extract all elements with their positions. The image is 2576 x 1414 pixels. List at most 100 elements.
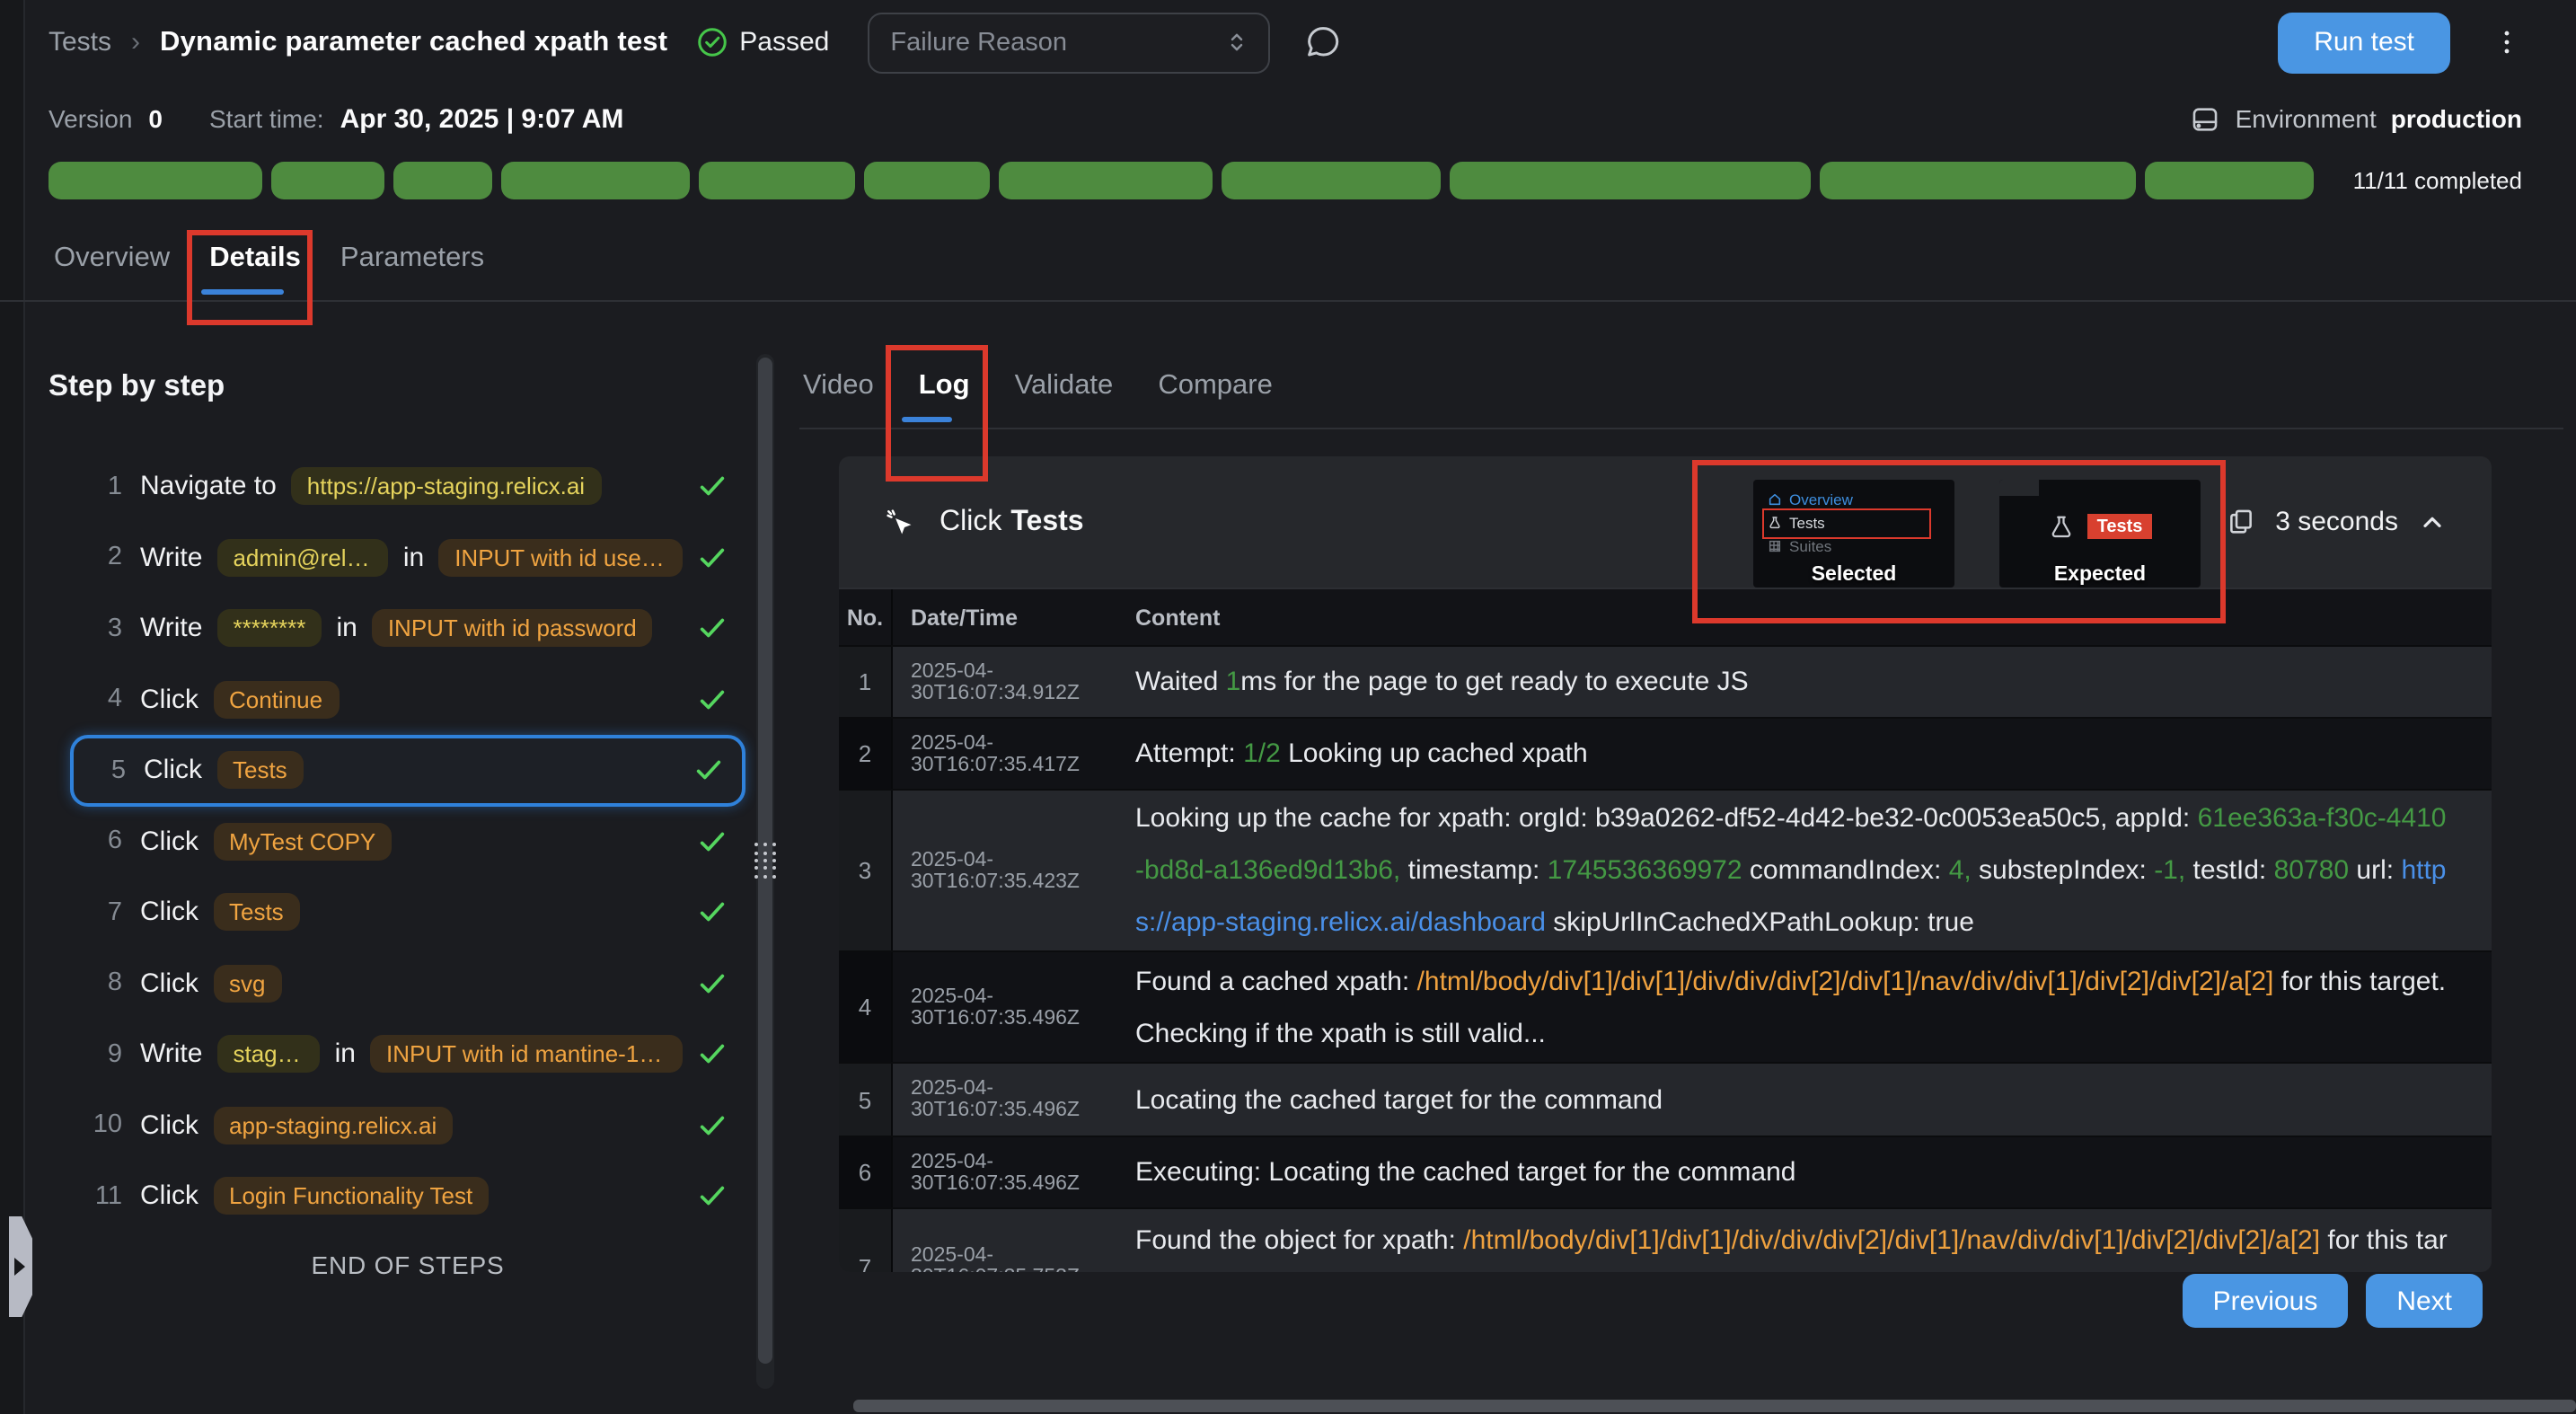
col-header-no: No.	[839, 589, 893, 645]
mini-red-box	[1762, 508, 1931, 539]
run-test-button[interactable]: Run test	[2278, 12, 2450, 73]
log-row-number: 5	[839, 1064, 893, 1136]
log-segment: testId:	[2185, 855, 2273, 886]
tab-log[interactable]: Log	[915, 345, 974, 428]
panel-expander-flag[interactable]	[9, 1216, 32, 1317]
log-row-number: 6	[839, 1137, 893, 1207]
log-segment: substepIndex:	[1972, 855, 2154, 886]
step-row-5[interactable]: 5ClickTests	[70, 735, 745, 806]
step-row-11[interactable]: 11 Click Login Functionality Test	[70, 1161, 745, 1232]
tab-video[interactable]: Video	[799, 345, 878, 428]
expected-thumbnail[interactable]: Tests Expected	[1999, 480, 2201, 588]
failure-reason-placeholder: Failure Reason	[890, 28, 1067, 57]
log-row-number: 4	[839, 952, 893, 1062]
check-icon	[697, 543, 728, 573]
panel-splitter-grip[interactable]	[753, 841, 778, 880]
log-row-timestamp: 2025-04-30T16:07:34.912Z	[893, 647, 1135, 717]
step-number: 6	[90, 827, 122, 856]
step-action: Click	[140, 897, 198, 928]
step-row-4[interactable]: 4ClickContinue	[70, 664, 745, 735]
failure-reason-select[interactable]: Failure Reason	[867, 12, 1269, 73]
step-number: 10	[90, 1111, 122, 1140]
step-value-chip: ********	[216, 610, 322, 648]
breadcrumb[interactable]: Tests	[49, 27, 111, 57]
pager: Previous Next	[2183, 1274, 2483, 1328]
tab-validate[interactable]: Validate	[1011, 345, 1117, 428]
copy-icon[interactable]	[2225, 507, 2255, 537]
log-row-number: 2	[839, 719, 893, 789]
step-row-6[interactable]: 6ClickMyTest COPY	[70, 806, 745, 877]
log-row-1: 12025-04-30T16:07:34.912ZWaited 1ms for …	[839, 645, 2492, 717]
main-tabs: Overview Details Parameters	[0, 217, 2576, 302]
chevron-up-icon[interactable]	[2418, 508, 2447, 536]
kebab-menu-icon[interactable]	[2492, 27, 2522, 57]
mini-nav-label: Overview	[1789, 490, 1853, 508]
tab-parameters[interactable]: Parameters	[340, 217, 484, 300]
page-title: Dynamic parameter cached xpath test	[160, 26, 667, 58]
log-segment: 1	[1226, 667, 1241, 697]
step-number: 9	[90, 1040, 122, 1069]
progress-segment	[864, 161, 990, 199]
previous-button[interactable]: Previous	[2183, 1274, 2349, 1328]
version-value: 0	[148, 104, 163, 133]
log-row-content: Found the object for xpath: /html/body/d…	[1135, 1209, 2492, 1272]
log-action-target: Tests	[1010, 506, 1083, 536]
step-selector-chip: Tests	[213, 894, 300, 932]
selected-label: Selected	[1753, 564, 1954, 586]
duration-label: 3 seconds	[2275, 507, 2398, 537]
step-selector-chip: MyTest COPY	[213, 823, 392, 861]
expander-triangle-icon	[14, 1258, 25, 1276]
log-row-content: Executing: Locating the cached target fo…	[1135, 1137, 2492, 1207]
step-row-3[interactable]: 3Write********inINPUT with id password	[70, 593, 745, 664]
select-chevrons-icon	[1222, 29, 1249, 56]
horizontal-scrollbar[interactable]	[853, 1400, 2576, 1412]
step-selector-chip: Login Functionality Test	[213, 1178, 489, 1215]
col-header-content: Content	[1135, 605, 2492, 630]
log-row-7: 72025-04-30T16:07:35.753ZFound the objec…	[839, 1207, 2492, 1272]
step-row-8[interactable]: 8Clicksvg	[70, 948, 745, 1019]
tab-overview[interactable]: Overview	[54, 217, 170, 300]
log-segment: Looking up the cache for xpath: orgId: b…	[1135, 803, 2198, 834]
check-icon	[697, 1110, 728, 1141]
step-connector: in	[335, 1039, 356, 1070]
progress-segment	[999, 161, 1213, 199]
log-row-content: Attempt: 1/2 Looking up cached xpath	[1135, 719, 2492, 789]
log-action-verb: Click	[940, 506, 1001, 536]
log-row-timestamp: 2025-04-30T16:07:35.417Z	[893, 719, 1135, 789]
tab-details[interactable]: Details	[209, 217, 301, 300]
log-segment: ms for the page to get ready to execute …	[1240, 667, 1748, 697]
check-icon	[697, 1181, 728, 1212]
step-row-2[interactable]: 2Writeadmin@relicx.aiinINPUT with id use…	[70, 522, 745, 593]
step-row-1[interactable]: 1Navigate tohttps://app-staging.relicx.a…	[70, 451, 745, 522]
log-row-2: 22025-04-30T16:07:35.417ZAttempt: 1/2 Lo…	[839, 717, 2492, 789]
step-action: Click	[140, 1181, 198, 1212]
log-card-header: Click Tests OverviewTestsSuites Selected	[839, 456, 2492, 589]
log-row-timestamp: 2025-04-30T16:07:35.496Z	[893, 1064, 1135, 1136]
next-button[interactable]: Next	[2366, 1274, 2483, 1328]
log-segment: Waited	[1135, 667, 1226, 697]
progress-segment	[1820, 161, 2136, 199]
log-segment: skipUrlInCachedXPathLookup: true	[1546, 907, 1974, 938]
log-segment: 1/2	[1243, 738, 1281, 769]
step-row-7[interactable]: 7ClickTests	[70, 877, 745, 948]
log-segment: Found the object for xpath:	[1135, 1225, 1463, 1256]
selected-thumbnail[interactable]: OverviewTestsSuites Selected	[1753, 480, 1954, 588]
log-segment: 4,	[1949, 855, 1972, 886]
mini-nav-label: Suites	[1789, 536, 1831, 554]
step-number: 11	[90, 1182, 122, 1211]
step-row-10[interactable]: 10Clickapp-staging.relicx.ai	[70, 1090, 745, 1161]
tab-compare[interactable]: Compare	[1154, 345, 1276, 428]
step-action: Write	[140, 1039, 202, 1070]
log-segment: Locating the cached target for the comma…	[1135, 1084, 1663, 1115]
log-segment: Looking up cached xpath	[1281, 738, 1588, 769]
log-row-number: 7	[839, 1209, 893, 1272]
check-icon	[697, 897, 728, 928]
content-area: Step by step 1Navigate tohttps://app-sta…	[0, 302, 2576, 1414]
log-row-5: 52025-04-30T16:07:35.496ZLocating the ca…	[839, 1062, 2492, 1136]
log-segment: Executing: Locating the cached target fo…	[1135, 1157, 1795, 1188]
comment-bubble-icon[interactable]	[1303, 23, 1341, 61]
step-row-9[interactable]: 9WritestaginginINPUT with id mantine-17z…	[70, 1019, 745, 1090]
steps-list: 1Navigate tohttps://app-staging.relicx.a…	[70, 451, 745, 1232]
app-window: Tests › Dynamic parameter cached xpath t…	[0, 0, 2576, 1414]
log-segment: 1745536369972	[1548, 855, 1742, 886]
